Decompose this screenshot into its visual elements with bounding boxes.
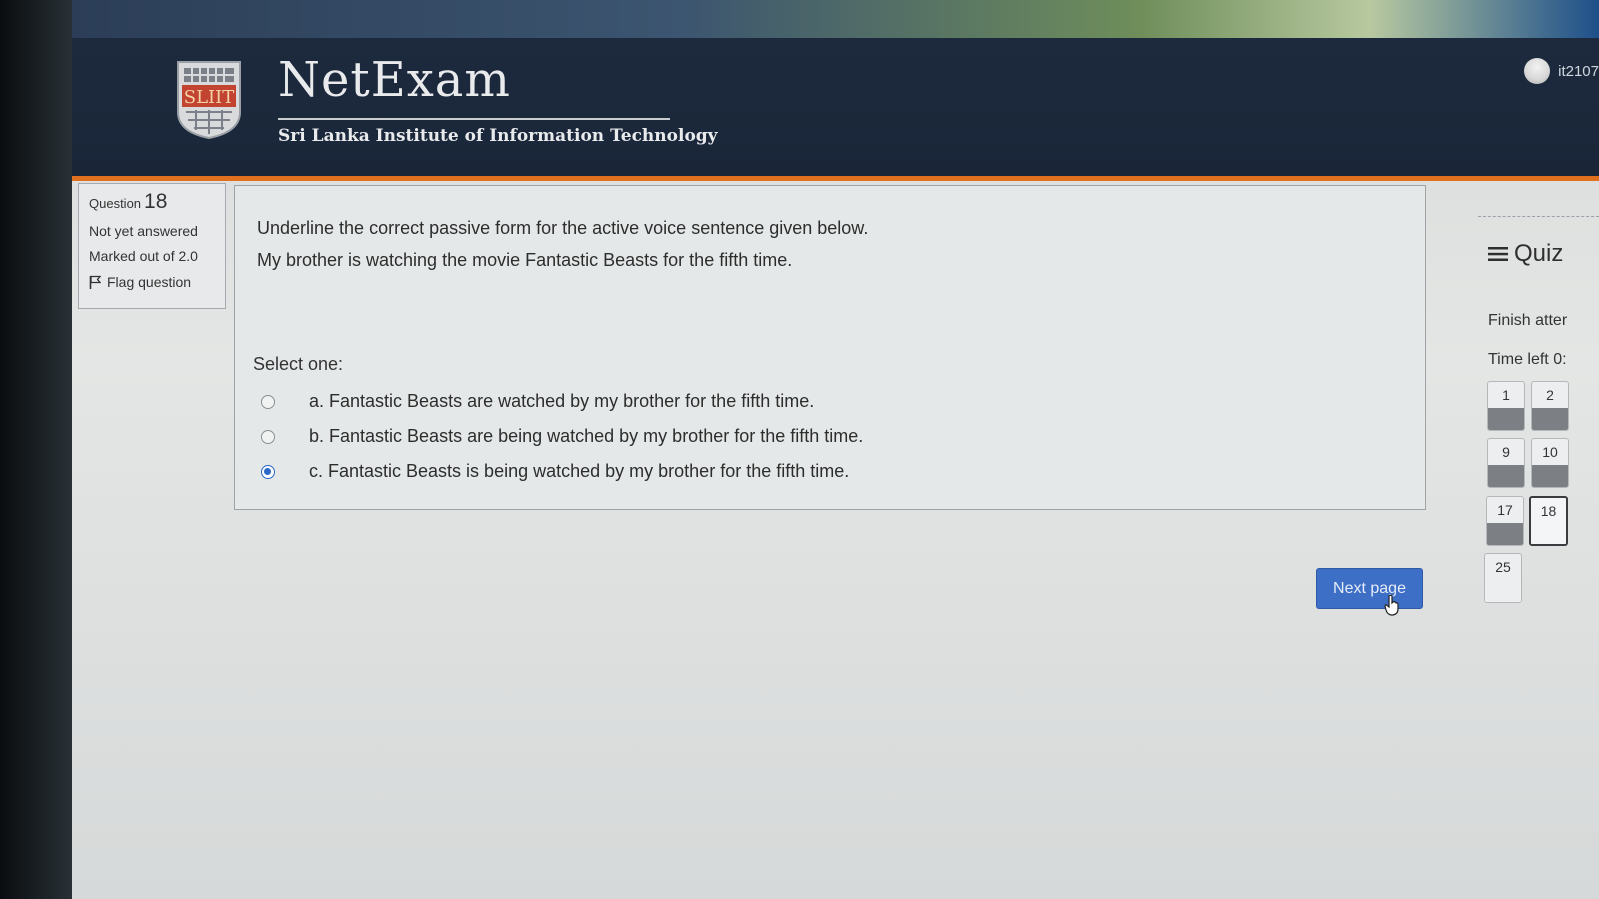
site-header: SLIIT NetExam Sri Lanka Institute of Inf… bbox=[72, 38, 1599, 181]
brand-subtitle: Sri Lanka Institute of Information Techn… bbox=[278, 126, 718, 146]
question-label: Question bbox=[89, 196, 142, 211]
radio-option-a[interactable] bbox=[261, 394, 275, 409]
question-info: Question 18 Not yet answered Marked out o… bbox=[78, 183, 226, 309]
question-number-value: 18 bbox=[144, 190, 168, 213]
flag-question-label[interactable]: Flag question bbox=[107, 274, 191, 290]
browser-top-strip bbox=[72, 0, 1599, 42]
marks-info: Marked out of 2.0 bbox=[89, 248, 198, 264]
answer-option-b[interactable]: b. Fantastic Beasts are being watched by… bbox=[257, 419, 863, 454]
quiz-nav-button-1[interactable]: 1 bbox=[1487, 381, 1525, 431]
brand-rule bbox=[278, 118, 670, 120]
time-left: Time left 0: bbox=[1488, 351, 1567, 368]
quiz-nav-number[interactable]: 17 bbox=[1487, 497, 1523, 523]
quiz-navigation-title[interactable]: Quiz bbox=[1488, 240, 1563, 268]
finish-attempt-link[interactable]: Finish atter bbox=[1488, 312, 1567, 330]
quiz-nav-number[interactable]: 9 bbox=[1488, 439, 1524, 465]
sidebar-divider bbox=[1478, 216, 1599, 217]
answer-options: a. Fantastic Beasts are watched by my br… bbox=[257, 384, 863, 489]
avatar[interactable] bbox=[1524, 58, 1551, 84]
user-name[interactable]: it2107 bbox=[1558, 63, 1599, 80]
quiz-nav-label: Quiz bbox=[1514, 240, 1564, 267]
question-box: Underline the correct passive form for t… bbox=[234, 185, 1426, 510]
user-menu[interactable]: it2107 bbox=[1524, 58, 1599, 84]
quiz-nav-button-2[interactable]: 2 bbox=[1531, 381, 1569, 431]
quiz-nav-button-10[interactable]: 10 bbox=[1531, 438, 1569, 488]
select-one-label: Select one: bbox=[253, 354, 344, 374]
answer-option-c[interactable]: c. Fantastic Beasts is being watched by … bbox=[257, 454, 863, 489]
monitor-bezel bbox=[0, 0, 72, 899]
brand-title: NetExam bbox=[278, 52, 511, 108]
quiz-nav-number[interactable]: 1 bbox=[1488, 382, 1524, 408]
question-sentence: My brother is watching the movie Fantast… bbox=[257, 250, 793, 270]
quiz-nav-number[interactable]: 25 bbox=[1485, 554, 1521, 580]
quiz-nav-button-25[interactable]: 25 bbox=[1484, 553, 1522, 603]
flag-icon bbox=[89, 275, 101, 289]
next-page-button[interactable]: Next page bbox=[1316, 568, 1423, 609]
flag-question-link[interactable]: Flag question bbox=[89, 274, 215, 290]
radio-option-c[interactable] bbox=[261, 464, 275, 479]
hand-cursor-icon bbox=[1384, 594, 1399, 616]
radio-option-b[interactable] bbox=[261, 429, 275, 444]
answer-status: Not yet answered bbox=[89, 223, 198, 239]
menu-icon bbox=[1488, 247, 1508, 261]
quiz-nav-number[interactable]: 2 bbox=[1532, 382, 1568, 408]
quiz-nav-button-17[interactable]: 17 bbox=[1486, 496, 1524, 546]
answer-option-a-label[interactable]: a. Fantastic Beasts are watched by my br… bbox=[309, 391, 814, 412]
screen: SLIIT NetExam Sri Lanka Institute of Inf… bbox=[0, 0, 1599, 899]
quiz-nav-number[interactable]: 10 bbox=[1532, 439, 1568, 465]
quiz-nav-button-9[interactable]: 9 bbox=[1487, 438, 1525, 488]
question-number: Question 18 bbox=[89, 190, 215, 214]
answer-option-c-label[interactable]: c. Fantastic Beasts is being watched by … bbox=[309, 461, 849, 482]
quiz-nav-button-18-current[interactable]: 18 bbox=[1529, 496, 1568, 546]
svg-text:SLIIT: SLIIT bbox=[184, 87, 235, 108]
quiz-nav-number[interactable]: 18 bbox=[1531, 498, 1566, 524]
answer-option-a[interactable]: a. Fantastic Beasts are watched by my br… bbox=[257, 384, 863, 419]
question-text: Underline the correct passive form for t… bbox=[257, 212, 868, 276]
answer-option-b-label[interactable]: b. Fantastic Beasts are being watched by… bbox=[309, 426, 863, 447]
question-prompt: Underline the correct passive form for t… bbox=[257, 218, 869, 238]
sliit-logo-icon[interactable]: SLIIT bbox=[176, 60, 242, 140]
